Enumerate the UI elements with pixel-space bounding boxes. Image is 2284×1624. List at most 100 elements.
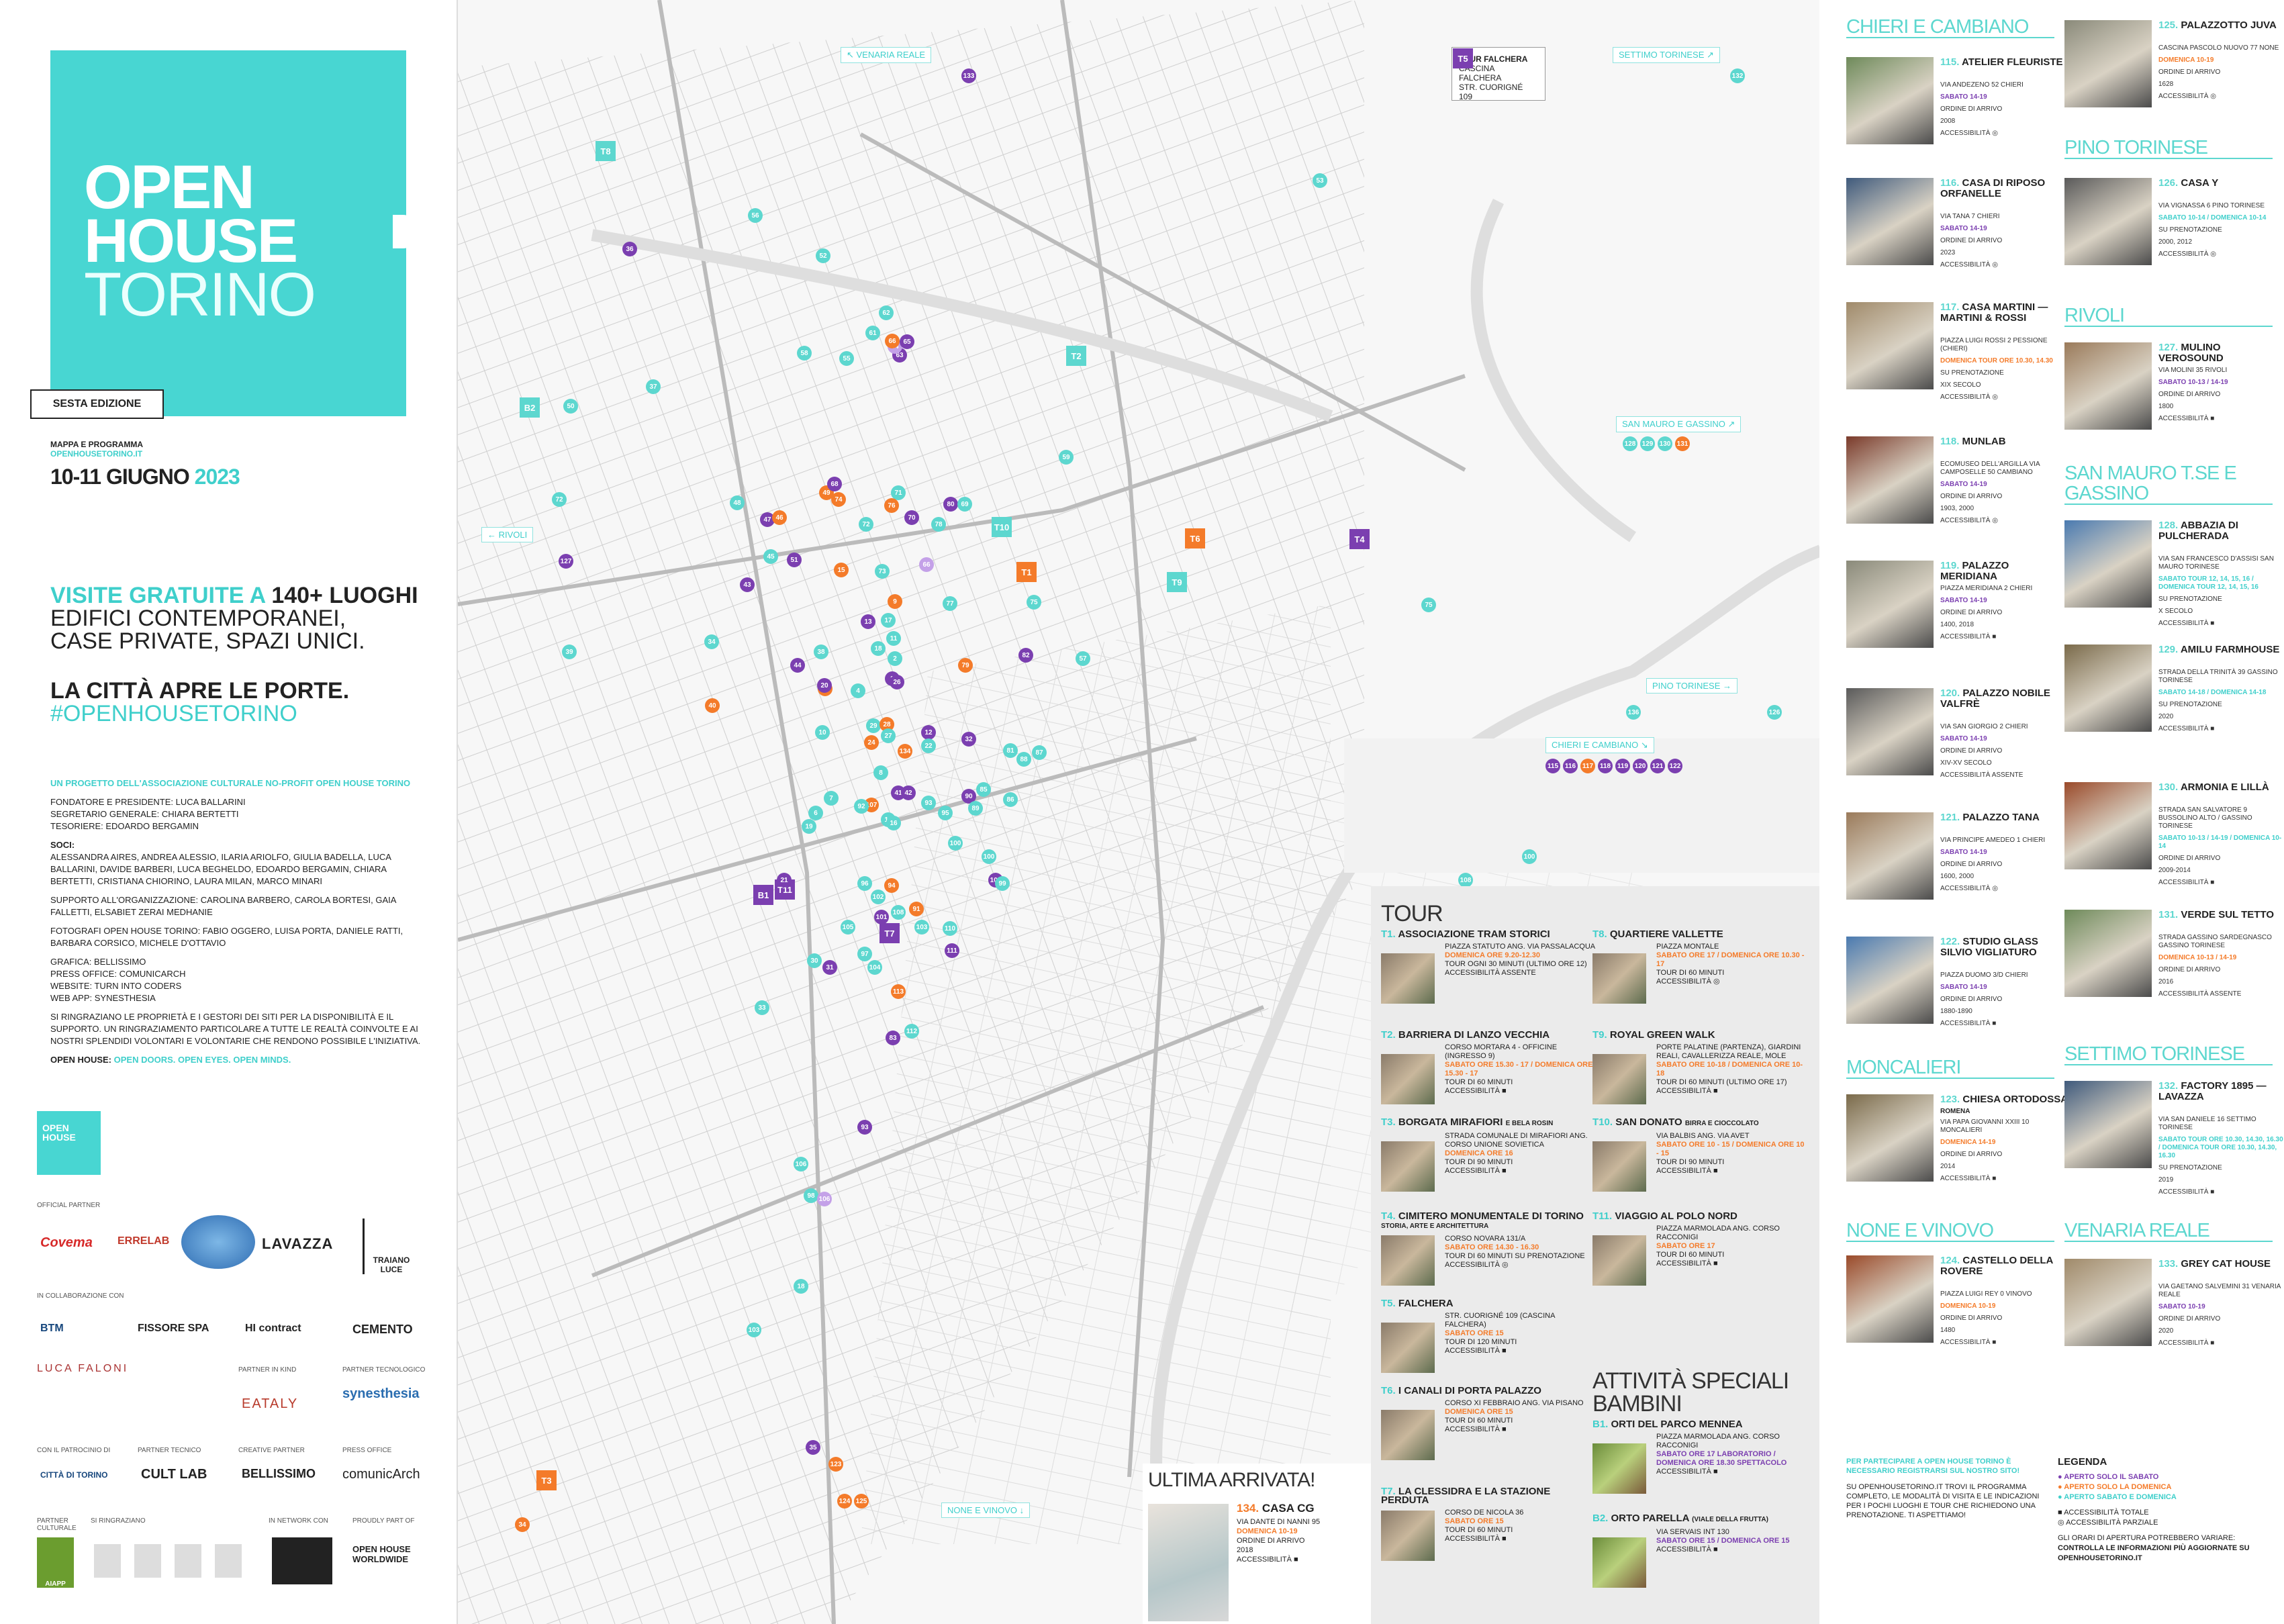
- map-pin-19[interactable]: 19: [802, 819, 816, 834]
- site-card[interactable]: 129. AMILU FARMHOUSE STRADA DELLA TRINITÀ…: [2064, 644, 2284, 772]
- tour-marker-t8[interactable]: T8: [596, 141, 616, 161]
- map-pin-26[interactable]: 26: [890, 675, 904, 689]
- map-pin-12[interactable]: 12: [921, 725, 936, 740]
- ultima-info[interactable]: 134. CASA CG VIA DANTE DI NANNI 95 DOMEN…: [1237, 1502, 1368, 1564]
- tour-item[interactable]: T6. I CANALI DI PORTA PALAZZO CORSO XI FE…: [1381, 1386, 1596, 1434]
- map-pin-2[interactable]: 2: [888, 651, 902, 666]
- map-pin-97[interactable]: 97: [857, 947, 872, 961]
- map-pin-62[interactable]: 62: [879, 305, 894, 320]
- map-pin-35[interactable]: 35: [806, 1440, 820, 1455]
- site-card[interactable]: 116. CASA DI RIPOSO ORFANELLE VIA TANA 7 …: [1846, 178, 2068, 305]
- chieri-pin-118[interactable]: 118: [1598, 759, 1613, 773]
- chieri-pin-121[interactable]: 121: [1650, 759, 1665, 773]
- site-card[interactable]: 130. ARMONIA E LILLÀ STRADA SAN SALVATORE…: [2064, 782, 2284, 910]
- zone-pino[interactable]: PINO TORINESE →: [1646, 678, 1738, 694]
- map-pin-108[interactable]: 108: [891, 905, 906, 920]
- map-pin-69[interactable]: 69: [957, 497, 972, 512]
- map-pin-82[interactable]: 82: [1018, 648, 1033, 663]
- map-pin-108b[interactable]: 108: [1458, 873, 1473, 888]
- map-pin-72[interactable]: 72: [859, 517, 873, 532]
- map-pin-39[interactable]: 39: [562, 644, 577, 659]
- map-pin-106b[interactable]: 106: [817, 1192, 832, 1206]
- map-pin-10[interactable]: 10: [815, 725, 830, 740]
- map-pin-100b[interactable]: 100: [982, 849, 996, 864]
- map-pin-106[interactable]: 106: [794, 1157, 808, 1172]
- map-pin-86[interactable]: 86: [1003, 792, 1018, 807]
- site-card[interactable]: 115. ATELIER FLEURISTE VIA ANDEZENO 52 CH…: [1846, 57, 2068, 185]
- tour-marker-t7[interactable]: T7: [879, 923, 900, 943]
- map-pin-75b[interactable]: 75: [1421, 598, 1436, 612]
- map-pin-27[interactable]: 27: [881, 728, 896, 743]
- map-pin-18[interactable]: 18: [871, 641, 886, 656]
- zone-venaria[interactable]: ↖ VENARIA REALE: [841, 47, 932, 63]
- map-pin-78[interactable]: 78: [931, 517, 946, 532]
- map-pin-101[interactable]: 101: [874, 910, 889, 924]
- map-pin-98[interactable]: 98: [804, 1188, 818, 1203]
- map-pin-29[interactable]: 29: [866, 718, 881, 733]
- zone-settimo[interactable]: SETTIMO TORINESE ↗: [1613, 47, 1720, 63]
- chieri-pin-117[interactable]: 117: [1580, 759, 1595, 773]
- map-pin-42[interactable]: 42: [901, 785, 916, 800]
- site-card[interactable]: 126. CASA Y VIA VIGNASSA 6 PINO TORINESE S…: [2064, 178, 2284, 305]
- map-pin-100c[interactable]: 100: [1522, 849, 1537, 864]
- zone-sanmauro[interactable]: SAN MAURO E GASSINO ↗: [1616, 416, 1742, 432]
- map-pin-92[interactable]: 92: [854, 799, 869, 814]
- map-pin-103[interactable]: 103: [914, 920, 929, 935]
- tour-marker-t9[interactable]: T9: [1167, 572, 1187, 592]
- tour-marker-t5[interactable]: T5: [1453, 48, 1473, 68]
- map-pin-34[interactable]: 34: [704, 634, 719, 649]
- sanmauro-pin-130[interactable]: 130: [1658, 436, 1672, 451]
- map-pin-125[interactable]: 125: [854, 1494, 869, 1509]
- chieri-pin-116[interactable]: 116: [1563, 759, 1578, 773]
- map-pin-53[interactable]: 53: [1313, 173, 1327, 188]
- tour-item[interactable]: T11. VIAGGIO AL POLO NORD PIAZZA MARMOLAD…: [1592, 1211, 1807, 1268]
- map-pin-99[interactable]: 99: [995, 876, 1010, 891]
- map-pin-55[interactable]: 55: [839, 351, 854, 366]
- map-pin-37[interactable]: 37: [646, 379, 661, 394]
- map-pin-103b[interactable]: 103: [747, 1323, 761, 1337]
- map-pin-18b[interactable]: 18: [794, 1279, 808, 1294]
- map-pin-33[interactable]: 33: [755, 1000, 769, 1015]
- map-pin-87[interactable]: 87: [1032, 745, 1047, 760]
- map-pin-110[interactable]: 110: [943, 921, 957, 936]
- tour-marker-b1[interactable]: B1: [753, 885, 773, 905]
- tour-marker-t1[interactable]: T1: [1016, 562, 1037, 582]
- map-pin-59[interactable]: 59: [1059, 450, 1074, 465]
- map-pin-132[interactable]: 132: [1730, 68, 1745, 83]
- map-pin-6[interactable]: 6: [808, 806, 823, 820]
- map-pin-94[interactable]: 94: [884, 878, 899, 893]
- map-pin-93b[interactable]: 93: [857, 1120, 872, 1135]
- tour-item[interactable]: T8. QUARTIERE VALLETTE PIAZZA MONTALE SABA…: [1592, 929, 1807, 986]
- tour-marker-b2[interactable]: B2: [520, 397, 540, 418]
- map-pin-20[interactable]: 20: [817, 678, 832, 693]
- site-card[interactable]: 132. FACTORY 1895 — LAVAZZA VIA SAN DANIE…: [2064, 1081, 2284, 1208]
- tour-marker-t10[interactable]: T10: [992, 517, 1012, 537]
- map-pin-8[interactable]: 8: [873, 765, 888, 780]
- site-card[interactable]: 125. PALAZZOTTO JUVA CASCINA PASCOLO NUOV…: [2064, 20, 2284, 148]
- map-pin-48[interactable]: 48: [730, 495, 745, 510]
- tour-item[interactable]: T9. ROYAL GREEN WALK PORTE PALATINE (PART…: [1592, 1030, 1807, 1096]
- sanmauro-pin-131[interactable]: 131: [1675, 436, 1690, 451]
- map-pin-123[interactable]: 123: [828, 1457, 843, 1472]
- chieri-pin-119[interactable]: 119: [1615, 759, 1630, 773]
- tour-item[interactable]: T3. BORGATA MIRAFIORI E BELA ROSIN STRADA…: [1381, 1117, 1596, 1176]
- map-pin-124[interactable]: 124: [837, 1494, 852, 1509]
- map-pin-91[interactable]: 91: [909, 902, 924, 916]
- map-pin-22[interactable]: 22: [921, 738, 936, 753]
- map-pin-61[interactable]: 61: [865, 326, 880, 340]
- map-pin-34b[interactable]: 34: [515, 1517, 530, 1532]
- map-pin-50[interactable]: 50: [563, 399, 578, 414]
- map-pin-102[interactable]: 102: [871, 890, 886, 904]
- map-pin-13[interactable]: 13: [861, 614, 875, 629]
- site-card[interactable]: 131. VERDE SUL TETTO STRADA GASSINO SARDE…: [2064, 910, 2284, 1037]
- map-pin-100[interactable]: 100: [948, 836, 963, 851]
- map-pin-68[interactable]: 68: [827, 477, 842, 491]
- site-card[interactable]: 117. CASA MARTINI — MARTINI & ROSSI PIAZZ…: [1846, 302, 2068, 430]
- map-pin-15[interactable]: 15: [834, 563, 849, 577]
- map-pin-58[interactable]: 58: [797, 346, 812, 361]
- city-map[interactable]: ↖ VENARIA REALE SETTIMO TORINESE ↗ ← RIV…: [457, 0, 1821, 1624]
- map-pin-75[interactable]: 75: [1027, 595, 1041, 610]
- sanmauro-pin-129[interactable]: 129: [1640, 436, 1655, 451]
- site-card[interactable]: 121. PALAZZO TANA VIA PRINCIPE AMEDEO 1 C…: [1846, 812, 2068, 940]
- tour-item[interactable]: T1. ASSOCIAZIONE TRAM STORICI PIAZZA STAT…: [1381, 929, 1596, 977]
